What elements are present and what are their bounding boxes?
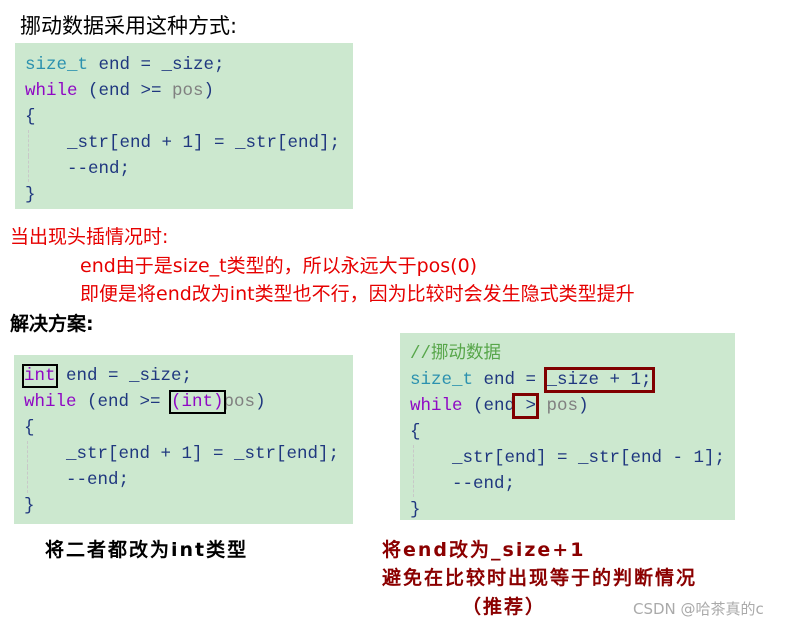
code-line: }: [25, 182, 343, 208]
code-line: int end = _size;: [22, 363, 343, 389]
code-line: }: [24, 493, 343, 519]
code-line: {: [410, 419, 725, 445]
code-token: ): [578, 396, 589, 416]
code-line: _str[end + 1] = _str[end];: [27, 441, 343, 467]
code-token: {: [24, 418, 35, 438]
code-token: end =: [473, 370, 547, 390]
code-token: }: [24, 496, 35, 516]
code-token: --end;: [452, 474, 516, 494]
code-token: _str[end] = _str[end - 1];: [452, 448, 726, 468]
code-token: size_t: [25, 55, 89, 75]
code-token: }: [410, 500, 421, 520]
code-line: --end;: [27, 467, 343, 493]
code-line: {: [24, 415, 343, 441]
code-token: _str[end + 1] = _str[end];: [67, 133, 341, 153]
code-line: }: [410, 497, 725, 523]
code-line: size_t end = _size;: [25, 52, 343, 78]
code-line: while (end >= pos): [25, 78, 343, 104]
code-token: {: [410, 422, 421, 442]
code-line: size_t end = _size + 1;: [410, 367, 725, 393]
caption-right-line-2: 避免在比较时出现等于的判断情况: [382, 567, 698, 589]
highlighted-code-token: (int): [169, 390, 226, 414]
caption-left: 将二者都改为int类型: [45, 539, 249, 561]
highlighted-code-token: int: [22, 364, 58, 388]
code-token: pos: [223, 392, 256, 412]
code-token: pos: [536, 396, 579, 416]
code-token: (end >=: [76, 392, 172, 412]
note-title: 当出现头插情况时:: [10, 226, 169, 248]
caption-right-line-3: （推荐）: [462, 596, 547, 618]
code-token: end = _size;: [88, 55, 225, 75]
code-token: end = _size;: [55, 366, 193, 386]
heading-solution: 解决方案:: [10, 313, 94, 335]
code-line: --end;: [28, 156, 343, 182]
code-token: _str[end + 1] = _str[end];: [66, 444, 340, 464]
code-line: _str[end] = _str[end - 1];: [413, 445, 725, 471]
code-token: ): [203, 81, 215, 101]
code-token: //挪动数据: [410, 344, 502, 364]
code-token: (end: [462, 396, 516, 416]
code-token: while: [410, 396, 463, 416]
watermark: CSDN @哈茶真的c: [633, 600, 764, 618]
code-line: --end;: [413, 471, 725, 497]
code-block-int-solution: int end = _size; while (end >= (int)pos){…: [14, 355, 353, 524]
note-line-1: end由于是size_t类型的，所以永远大于pos(0): [80, 255, 478, 277]
caption-right-line-1: 将end改为_size+1: [382, 539, 586, 561]
code-token: --end;: [66, 470, 130, 490]
code-token: }: [25, 185, 36, 205]
code-token: while: [25, 81, 78, 101]
code-token: --end;: [67, 159, 131, 179]
code-token: (end >=: [77, 81, 173, 101]
code-line: {: [25, 104, 343, 130]
code-block-original: size_t end = _size; while (end >= pos){_s…: [15, 43, 353, 209]
code-token: while: [24, 392, 77, 412]
highlighted-code-token: _size + 1;: [543, 367, 655, 393]
code-line: while (end >= (int)pos): [24, 389, 343, 415]
code-token: ): [255, 392, 266, 412]
code-line: //挪动数据: [410, 341, 725, 367]
code-block-size-plus-one-solution: //挪动数据 size_t end = _size + 1; while (end …: [400, 333, 735, 520]
heading-move-data: 挪动数据采用这种方式:: [20, 14, 238, 38]
code-token: pos: [172, 81, 204, 101]
highlighted-code-token: >: [512, 393, 540, 419]
code-token: size_t: [410, 370, 474, 390]
code-line: _str[end + 1] = _str[end];: [28, 130, 343, 156]
code-line: while (end > pos): [410, 393, 725, 419]
note-line-2: 即便是将end改为int类型也不行，因为比较时会发生隐式类型提升: [80, 283, 635, 305]
code-token: {: [25, 107, 36, 127]
